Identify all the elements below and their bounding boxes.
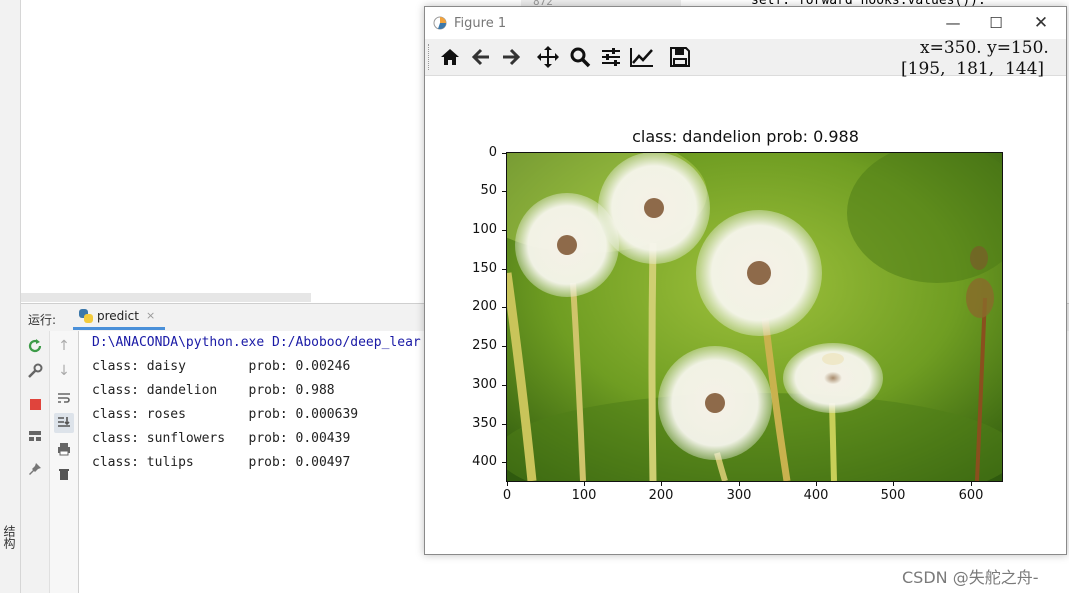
wrench-icon[interactable] bbox=[25, 361, 45, 381]
y-tick-mark bbox=[502, 269, 506, 270]
y-tick-mark bbox=[502, 230, 506, 231]
edit-axis-icon[interactable] bbox=[628, 44, 656, 70]
close-icon[interactable]: × bbox=[146, 309, 155, 322]
x-tick-mark bbox=[971, 482, 972, 486]
run-tab-predict[interactable]: predict × bbox=[73, 304, 166, 330]
maximize-button[interactable]: ☐ bbox=[978, 11, 1014, 35]
console-line: class: dandelion prob: 0.988 bbox=[92, 383, 335, 398]
x-tick-label: 100 bbox=[571, 488, 597, 503]
down-arrow-icon[interactable]: ↓ bbox=[54, 361, 74, 381]
y-tick-label: 400 bbox=[472, 454, 497, 469]
console-command-line: D:\ANACONDA\python.exe D:/Aboboo/deep_le… bbox=[92, 335, 421, 350]
x-tick-label: 600 bbox=[958, 488, 984, 503]
console-line: class: roses prob: 0.000639 bbox=[92, 407, 359, 422]
y-tick-mark bbox=[502, 153, 506, 154]
figure-titlebar[interactable]: Figure 1 — ☐ ✕ bbox=[425, 7, 1066, 39]
y-tick-mark bbox=[502, 307, 506, 308]
stop-icon[interactable] bbox=[25, 394, 45, 414]
run-tab-label: predict bbox=[97, 308, 139, 323]
matplotlib-icon bbox=[433, 16, 447, 30]
y-tick-mark bbox=[502, 385, 506, 386]
editor-horizontal-scrollbar[interactable] bbox=[21, 293, 311, 302]
y-tick-label: 150 bbox=[472, 261, 497, 276]
structure-vertical-tab[interactable]: 结构 bbox=[2, 525, 18, 549]
y-tick-label: 200 bbox=[472, 299, 497, 314]
console-line: class: tulips prob: 0.00497 bbox=[92, 455, 351, 470]
rerun-icon[interactable] bbox=[25, 336, 45, 356]
y-tick-mark bbox=[502, 346, 506, 347]
zoom-icon[interactable] bbox=[566, 44, 594, 70]
save-icon[interactable] bbox=[666, 44, 694, 70]
plot-title: class: dandelion prob: 0.988 bbox=[632, 127, 859, 146]
close-button[interactable]: ✕ bbox=[1023, 11, 1059, 35]
y-tick-mark bbox=[502, 424, 506, 425]
left-tool-strip: 结构 bbox=[0, 0, 21, 593]
console-line: class: daisy prob: 0.00246 bbox=[92, 359, 351, 374]
figure-toolbar: x=350. y=150. [195, 181, 144] bbox=[425, 38, 1066, 79]
toolbar-grip bbox=[428, 44, 431, 70]
print-icon[interactable] bbox=[54, 439, 74, 459]
figure-title: Figure 1 bbox=[454, 16, 507, 31]
scroll-to-end-icon[interactable] bbox=[54, 413, 74, 433]
x-tick-label: 0 bbox=[502, 488, 512, 503]
y-tick-label: 100 bbox=[472, 222, 497, 237]
x-tick-mark bbox=[893, 482, 894, 486]
y-tick-label: 350 bbox=[472, 416, 497, 431]
cursor-coordinate-readout: x=350. y=150. bbox=[920, 38, 1049, 58]
x-tick-mark bbox=[816, 482, 817, 486]
dandelion-photo bbox=[507, 153, 1002, 481]
y-tick-label: 50 bbox=[480, 183, 497, 198]
python-icon bbox=[79, 308, 93, 323]
forward-arrow-icon[interactable] bbox=[497, 44, 525, 70]
x-tick-mark bbox=[507, 482, 508, 486]
y-tick-mark bbox=[502, 191, 506, 192]
up-arrow-icon[interactable]: ↑ bbox=[54, 336, 74, 356]
y-tick-label: 300 bbox=[472, 377, 497, 392]
run-label: 运行: bbox=[28, 313, 57, 327]
x-tick-label: 200 bbox=[648, 488, 674, 503]
minimize-button[interactable]: — bbox=[935, 11, 971, 35]
x-tick-mark bbox=[739, 482, 740, 486]
trash-icon[interactable] bbox=[54, 464, 74, 484]
y-tick-label: 0 bbox=[488, 145, 497, 160]
image-axes[interactable] bbox=[506, 152, 1003, 482]
pin-icon[interactable] bbox=[25, 459, 45, 479]
pan-icon[interactable] bbox=[534, 44, 562, 70]
watermark: CSDN @失舵之舟- bbox=[902, 568, 1039, 587]
home-icon[interactable] bbox=[436, 44, 464, 70]
x-tick-mark bbox=[584, 482, 585, 486]
x-tick-label: 400 bbox=[803, 488, 829, 503]
x-tick-mark bbox=[661, 482, 662, 486]
run-toolbar-primary bbox=[21, 331, 50, 593]
figure-window[interactable]: Figure 1 — ☐ ✕ x=350. y=150. [195, 181, … bbox=[424, 6, 1067, 555]
cursor-pixel-value-readout: [195, 181, 144] bbox=[901, 59, 1045, 79]
back-arrow-icon[interactable] bbox=[467, 44, 495, 70]
y-tick-label: 250 bbox=[472, 338, 497, 353]
x-tick-label: 300 bbox=[726, 488, 752, 503]
x-tick-label: 500 bbox=[880, 488, 906, 503]
configure-subplots-icon[interactable] bbox=[597, 44, 625, 70]
y-tick-mark bbox=[502, 462, 506, 463]
layout-icon[interactable] bbox=[25, 426, 45, 446]
run-toolbar-secondary: ↑ ↓ bbox=[50, 331, 79, 593]
console-line: class: sunflowers prob: 0.00439 bbox=[92, 431, 351, 446]
soft-wrap-icon[interactable] bbox=[54, 388, 74, 408]
